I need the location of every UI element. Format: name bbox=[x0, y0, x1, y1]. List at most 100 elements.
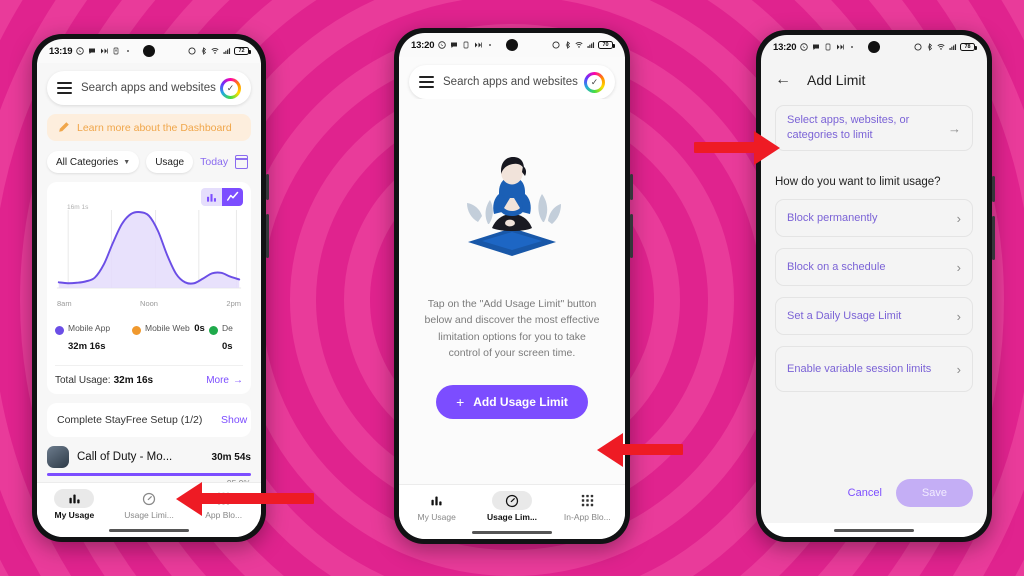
search-bar[interactable]: Search apps and websites ✓ bbox=[47, 71, 251, 105]
volume-button[interactable] bbox=[630, 214, 633, 258]
calendar-icon[interactable] bbox=[235, 155, 249, 169]
rainbow-check-icon[interactable]: ✓ bbox=[220, 77, 241, 99]
date-range-label[interactable]: Today bbox=[200, 156, 228, 168]
usage-chart: 16m 1s bbox=[55, 202, 243, 298]
search-bar[interactable]: Search apps and websites ✓ bbox=[409, 65, 615, 99]
empty-state-text: Tap on the "Add Usage Limit" button belo… bbox=[424, 297, 600, 359]
filter-row: All Categories ▼ Usage Today bbox=[47, 151, 251, 173]
sim-icon bbox=[825, 43, 831, 51]
wifi-icon bbox=[937, 44, 945, 50]
signal-icon bbox=[949, 44, 956, 50]
add-limit-header: ← Add Limit bbox=[761, 59, 987, 99]
nav-label: My Usage bbox=[54, 510, 95, 520]
legend-value: 32m 16s bbox=[68, 341, 106, 352]
status-bar: 13:20 78 bbox=[761, 35, 987, 59]
usage-filter-label: Usage bbox=[155, 156, 185, 168]
screenshot-stage: 13:19 72 Search apps and websites ✓ Lear… bbox=[0, 0, 1024, 576]
setup-label: Complete StayFree Setup (1/2) bbox=[57, 414, 203, 426]
power-button[interactable] bbox=[992, 176, 995, 202]
bluetooth-icon bbox=[201, 47, 206, 55]
option-variable-session-limits[interactable]: Enable variable session limits › bbox=[775, 346, 973, 392]
search-input[interactable]: Search apps and websites bbox=[443, 76, 584, 88]
plus-icon: + bbox=[456, 394, 465, 411]
whatsapp-icon bbox=[800, 43, 809, 51]
usage-filter[interactable]: Usage bbox=[146, 151, 194, 173]
nav-label: Usage Lim... bbox=[486, 512, 538, 522]
camera-punch-hole bbox=[143, 45, 155, 57]
hamburger-icon[interactable] bbox=[419, 76, 434, 88]
status-bar: 13:20 70 bbox=[399, 33, 625, 57]
battery-indicator: 72 bbox=[234, 46, 251, 56]
power-button[interactable] bbox=[630, 174, 633, 200]
legend-dot bbox=[209, 326, 218, 335]
nav-item-usage-limits[interactable]: Usage Lim... bbox=[474, 491, 549, 522]
gesture-bar[interactable] bbox=[399, 525, 625, 539]
legend-item: Mobile Web 0s bbox=[132, 318, 205, 354]
dashboard-learn-banner[interactable]: Learn more about the Dashboard bbox=[47, 114, 251, 141]
bar-chart-icon bbox=[417, 491, 457, 510]
back-arrow-icon[interactable]: ← bbox=[775, 71, 791, 89]
media-icon bbox=[837, 44, 845, 50]
cancel-button[interactable]: Cancel bbox=[848, 487, 882, 499]
phone-dashboard: 13:19 72 Search apps and websites ✓ Lear… bbox=[32, 34, 269, 542]
legend-dot bbox=[55, 326, 64, 335]
app-time: 30m 54s bbox=[211, 451, 251, 463]
power-button[interactable] bbox=[266, 174, 269, 200]
yoga-mat bbox=[468, 227, 556, 256]
dot-icon bbox=[127, 50, 130, 52]
chart-x-axis: 8am Noon 2pm bbox=[55, 299, 243, 308]
legend-label: De bbox=[222, 323, 233, 333]
option-block-on-schedule[interactable]: Block on a schedule › bbox=[775, 248, 973, 286]
gesture-bar[interactable] bbox=[37, 523, 261, 537]
battery-indicator: 78 bbox=[960, 42, 977, 52]
more-label: More bbox=[206, 375, 229, 386]
usage-limits-body: Search apps and websites ✓ Tap on the "A… bbox=[399, 57, 625, 484]
chevron-right-icon: › bbox=[956, 210, 961, 226]
legend-item: De 0s bbox=[209, 318, 243, 354]
app-name: Call of Duty - Mo... bbox=[77, 451, 173, 463]
option-block-permanently[interactable]: Block permanently › bbox=[775, 199, 973, 237]
pencil-icon bbox=[59, 122, 69, 132]
legend-item: Mobile App 32m 16s bbox=[55, 318, 128, 354]
chart-x-tick: Noon bbox=[140, 299, 158, 308]
grid-icon bbox=[567, 491, 607, 510]
category-filter[interactable]: All Categories ▼ bbox=[47, 151, 140, 173]
wifi-icon bbox=[575, 42, 583, 48]
app-icon bbox=[47, 446, 69, 468]
select-apps-card[interactable]: Select apps, websites, or categories to … bbox=[775, 105, 973, 151]
limit-question: How do you want to limit usage? bbox=[775, 176, 941, 188]
arrow-right-icon: → bbox=[233, 375, 243, 386]
gesture-bar[interactable] bbox=[761, 523, 987, 537]
setup-show-button[interactable]: Show bbox=[221, 414, 247, 426]
setup-card[interactable]: Complete StayFree Setup (1/2) Show bbox=[47, 403, 251, 437]
option-daily-usage-limit[interactable]: Set a Daily Usage Limit › bbox=[775, 297, 973, 335]
phone-add-limit: 13:20 78 ← Add Limit Select apps, websit… bbox=[756, 30, 995, 542]
bluetooth-icon bbox=[565, 41, 570, 49]
select-apps-label: Select apps, websites, or categories to … bbox=[787, 114, 910, 141]
wifi-icon bbox=[211, 48, 219, 54]
nav-item-in-app-blocker[interactable]: In-App Blo... bbox=[550, 491, 625, 522]
sim-icon bbox=[113, 47, 119, 55]
phone-usage-limits-empty: 13:20 70 Search apps and websites ✓ Tap … bbox=[394, 28, 633, 544]
app-usage-row[interactable]: Call of Duty - Mo... 30m 54s bbox=[47, 446, 251, 468]
rainbow-check-icon[interactable]: ✓ bbox=[584, 71, 605, 93]
search-input[interactable]: Search apps and websites bbox=[81, 82, 220, 94]
volume-button[interactable] bbox=[992, 216, 995, 260]
arrow-to-add-usage-limit bbox=[597, 433, 683, 467]
whatsapp-icon bbox=[438, 41, 447, 49]
chevron-down-icon: ▼ bbox=[123, 158, 131, 166]
nav-item-my-usage[interactable]: My Usage bbox=[37, 489, 112, 520]
message-icon bbox=[813, 44, 820, 50]
hamburger-icon[interactable] bbox=[57, 82, 72, 94]
dnd-icon bbox=[552, 41, 560, 49]
volume-button[interactable] bbox=[266, 214, 269, 258]
chevron-right-icon: › bbox=[956, 308, 961, 324]
legend-label: Mobile Web bbox=[145, 323, 190, 333]
more-link[interactable]: More → bbox=[206, 375, 243, 386]
whatsapp-icon bbox=[76, 47, 85, 55]
save-button[interactable]: Save bbox=[895, 479, 973, 507]
chevron-right-icon: › bbox=[956, 259, 961, 275]
arrow-to-select-apps bbox=[694, 131, 780, 165]
add-usage-limit-button[interactable]: + Add Usage Limit bbox=[436, 385, 588, 420]
nav-item-my-usage[interactable]: My Usage bbox=[399, 491, 474, 522]
